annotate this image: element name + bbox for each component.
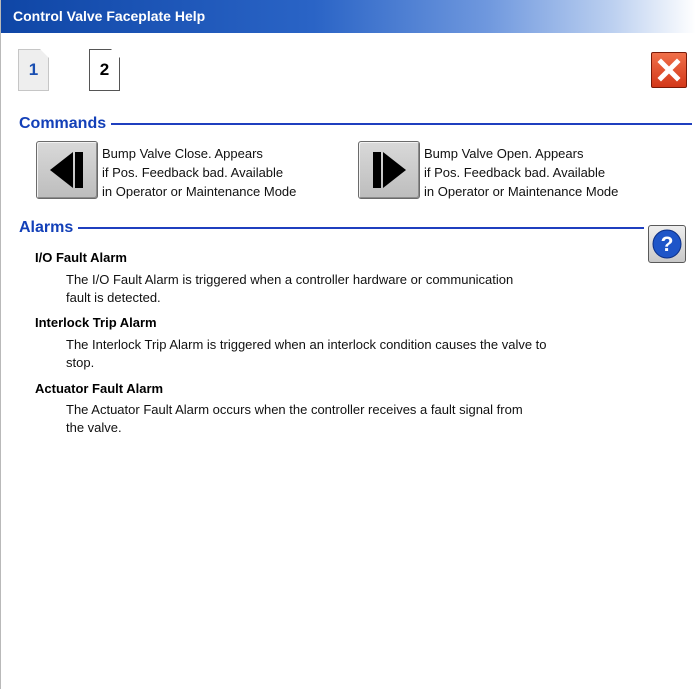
alarm-actuator-fault-title: Actuator Fault Alarm [35, 381, 164, 396]
alarms-section-title: Alarms [19, 219, 74, 236]
help-window: Control Valve Faceplate Help 1 2 Command… [0, 0, 695, 689]
bump-open-icon [373, 152, 406, 188]
svg-text:?: ? [661, 233, 674, 256]
page-tab-1[interactable]: 1 [18, 49, 49, 91]
close-x-icon [657, 58, 681, 82]
alarms-section-header: Alarms [19, 218, 644, 238]
page-tab-1-label: 1 [28, 60, 39, 79]
question-mark-icon: ? [652, 229, 682, 259]
section-divider [111, 123, 692, 125]
alarm-actuator-fault-desc-line1: The Actuator Fault Alarm occurs when the… [66, 402, 523, 417]
alarm-actuator-fault-desc-line2: the valve. [66, 420, 122, 435]
alarm-interlock-trip-title: Interlock Trip Alarm [35, 315, 157, 330]
alarm-io-fault-desc-line1: The I/O Fault Alarm is triggered when a … [66, 272, 514, 287]
title-bar: Control Valve Faceplate Help [1, 0, 695, 33]
commands-section-header: Commands [19, 114, 692, 134]
page-fold-icon [111, 49, 120, 58]
alarm-io-fault-desc-line2: fault is detected. [66, 290, 161, 305]
bump-close-description: Bump Valve Close. Appears if Pos. Feedba… [102, 146, 297, 199]
alarm-interlock-trip-desc-line2: stop. [66, 355, 95, 370]
bump-close-button[interactable] [36, 141, 98, 199]
page-fold-icon [40, 49, 49, 58]
section-divider [78, 227, 644, 229]
bump-open-description: Bump Valve Open. Appears if Pos. Feedbac… [424, 146, 619, 199]
window-title: Control Valve Faceplate Help [13, 8, 206, 24]
page-tab-2[interactable]: 2 [89, 49, 120, 91]
close-button[interactable] [651, 52, 687, 88]
bump-open-button[interactable] [358, 141, 420, 199]
commands-section-title: Commands [19, 115, 107, 132]
help-button[interactable]: ? [648, 225, 686, 263]
page-tab-2-label: 2 [99, 60, 110, 79]
bump-close-icon [50, 152, 83, 188]
alarm-interlock-trip-desc-line1: The Interlock Trip Alarm is triggered wh… [66, 337, 547, 352]
alarm-io-fault-title: I/O Fault Alarm [35, 250, 127, 265]
